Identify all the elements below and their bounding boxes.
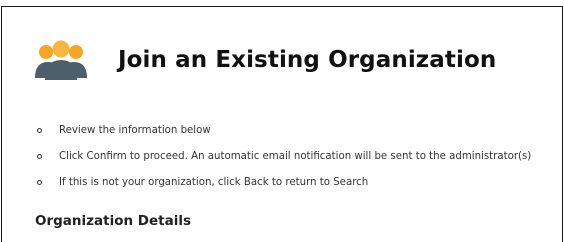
instruction-item: Click Confirm to proceed. An automatic e…	[36, 149, 531, 175]
page-header: Join an Existing Organization	[35, 40, 496, 80]
instruction-item: Review the information below	[36, 123, 531, 149]
instruction-text: Review the information below	[59, 125, 211, 136]
bullet-icon	[37, 180, 42, 185]
bullet-icon	[37, 154, 42, 159]
organization-details-heading: Organization Details	[35, 213, 191, 229]
bullet-icon	[37, 128, 42, 133]
instruction-item: If this is not your organization, click …	[36, 175, 531, 201]
instruction-text: Click Confirm to proceed. An automatic e…	[59, 151, 532, 162]
instructions-list: Review the information below Click Confi…	[36, 123, 531, 201]
people-group-icon	[35, 40, 87, 80]
join-organization-panel: Join an Existing Organization Review the…	[1, 6, 563, 242]
page-title: Join an Existing Organization	[118, 47, 497, 73]
instruction-text: If this is not your organization, click …	[59, 177, 369, 188]
